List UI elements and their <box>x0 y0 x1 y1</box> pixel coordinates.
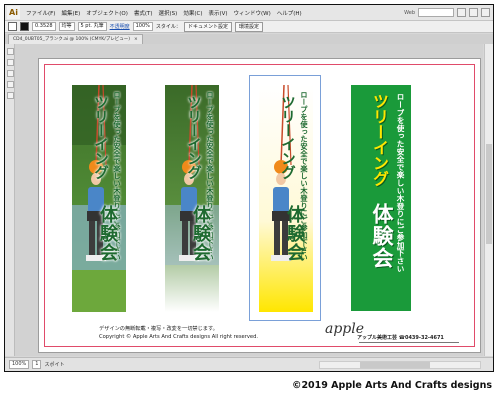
banner-3-event: 体験会 <box>284 205 305 262</box>
menu-effect[interactable]: 効果(C) <box>180 9 205 17</box>
banner-2-event: 体験会 <box>190 205 211 262</box>
selection-tool-icon[interactable] <box>7 48 14 55</box>
menu-edit[interactable]: 編集(E) <box>58 9 83 17</box>
menu-type[interactable]: 書式(T) <box>131 9 156 17</box>
banner-3[interactable]: ロープを使った安全で楽しい木登りにご参加下さい ツリーイング 体験会 <box>259 85 313 312</box>
opacity-field[interactable]: 100% <box>132 22 153 31</box>
rectangle-tool-icon[interactable] <box>7 92 14 99</box>
document-tab-bar: CD4_0UBT05_ブランク.ai @ 100% (CMYK/プレビュー) × <box>5 34 493 44</box>
menu-view[interactable]: 表示(V) <box>205 9 230 17</box>
menu-window[interactable]: ウィンドウ(W) <box>231 9 274 17</box>
fill-swatch[interactable] <box>8 22 17 31</box>
document-tab-title: CD4_0UBT05_ブランク.ai @ 100% (CMYK/プレビュー) <box>13 37 131 42</box>
zoom-field[interactable]: 100% <box>9 360 30 369</box>
copyright-line-1: デザインの無断転載・複写・改変を一切禁じます。 <box>99 326 218 332</box>
stroke-swatch[interactable] <box>20 22 29 31</box>
banner-2[interactable]: ロープを使った安全で楽しい木登りにご参加下さい ツリーイング 体験会 <box>165 85 219 312</box>
workspace-switcher[interactable]: Web <box>404 10 415 16</box>
contact-info: アップル美術工芸 ☎0439-32-4671 <box>357 335 444 341</box>
direct-selection-tool-icon[interactable] <box>7 59 14 66</box>
illustrator-window: Ai ファイル(F) 編集(E) オブジェクト(O) 書式(T) 選択(S) 効… <box>4 4 494 372</box>
search-stock-input[interactable] <box>418 8 454 17</box>
opacity-link[interactable]: 不透明度 <box>110 23 130 30</box>
current-tool-label: スポイト <box>44 362 65 368</box>
tools-panel <box>5 44 15 356</box>
banner-1-event: 体験会 <box>97 205 118 262</box>
control-bar: 0.3528 均等 5 pt. 丸筆 不透明度 100% スタイル： ドキュメン… <box>5 21 493 33</box>
menu-object[interactable]: オブジェクト(O) <box>83 9 131 17</box>
banner-3-title: ツリーイング <box>279 95 295 179</box>
close-tab-icon[interactable]: × <box>134 37 138 42</box>
maximize-button[interactable] <box>469 8 478 17</box>
style-label: スタイル： <box>155 24 181 30</box>
menu-help[interactable]: ヘルプ(H) <box>274 9 305 17</box>
stroke-weight-field[interactable]: 0.3528 <box>32 22 56 31</box>
horizontal-scrollbar[interactable] <box>319 360 481 369</box>
apple-logo: apple アップル美術工芸 ☎0439-32-4671 <box>325 321 475 345</box>
stroke-profile-select[interactable]: 均等 <box>58 22 75 31</box>
app-logo: Ai <box>7 6 20 19</box>
menubar-right: Web <box>404 8 493 17</box>
banner-1-title: ツリーイング <box>92 95 108 179</box>
logo-underline <box>359 342 459 343</box>
type-tool-icon[interactable] <box>7 81 14 88</box>
minimize-button[interactable] <box>457 8 466 17</box>
banner-4-event: 体験会 <box>370 203 394 269</box>
copyright-notice: デザインの無断転載・複写・改変を一切禁じます。 Copyright © Appl… <box>99 325 258 341</box>
menu-select[interactable]: 選択(S) <box>156 9 181 17</box>
status-bar: 100% 1 スポイト <box>5 357 493 371</box>
brush-select[interactable]: 5 pt. 丸筆 <box>77 22 107 31</box>
watermark-copyright: ©2019 Apple Arts And Crafts designs <box>291 380 492 391</box>
horizontal-scroll-thumb[interactable] <box>360 361 430 368</box>
copyright-line-2: Copyright © Apple Arts And Crafts design… <box>99 334 259 340</box>
banner-1[interactable]: ロープを使った安全で楽しい木登りにご参加下さい ツリーイング 体験会 <box>72 85 126 312</box>
vertical-scroll-thumb[interactable] <box>486 144 492 244</box>
banner-2-title: ツリーイング <box>185 95 201 179</box>
menu-file[interactable]: ファイル(F) <box>23 9 58 17</box>
menu-bar: Ai ファイル(F) 編集(E) オブジェクト(O) 書式(T) 選択(S) 効… <box>5 5 493 21</box>
document-setup-button[interactable]: ドキュメント設定 <box>183 21 232 32</box>
preferences-button[interactable]: 環境設定 <box>234 21 263 32</box>
canvas-area[interactable]: ロープを使った安全で楽しい木登りにご参加下さい ツリーイング 体験会 ロープを使… <box>15 44 483 356</box>
pen-tool-icon[interactable] <box>7 70 14 77</box>
vertical-scrollbar[interactable] <box>484 44 493 356</box>
banner-4[interactable]: ロープを使った安全で楽しい木登りにご参加下さい ツリーイング 体験会 <box>351 85 411 311</box>
close-window-button[interactable] <box>481 8 490 17</box>
document-tab[interactable]: CD4_0UBT05_ブランク.ai @ 100% (CMYK/プレビュー) × <box>8 34 143 44</box>
artboard-number-field[interactable]: 1 <box>32 360 42 369</box>
banner-4-title: ツリーイング <box>370 93 389 186</box>
artboard[interactable]: ロープを使った安全で楽しい木登りにご参加下さい ツリーイング 体験会 ロープを使… <box>38 58 481 353</box>
